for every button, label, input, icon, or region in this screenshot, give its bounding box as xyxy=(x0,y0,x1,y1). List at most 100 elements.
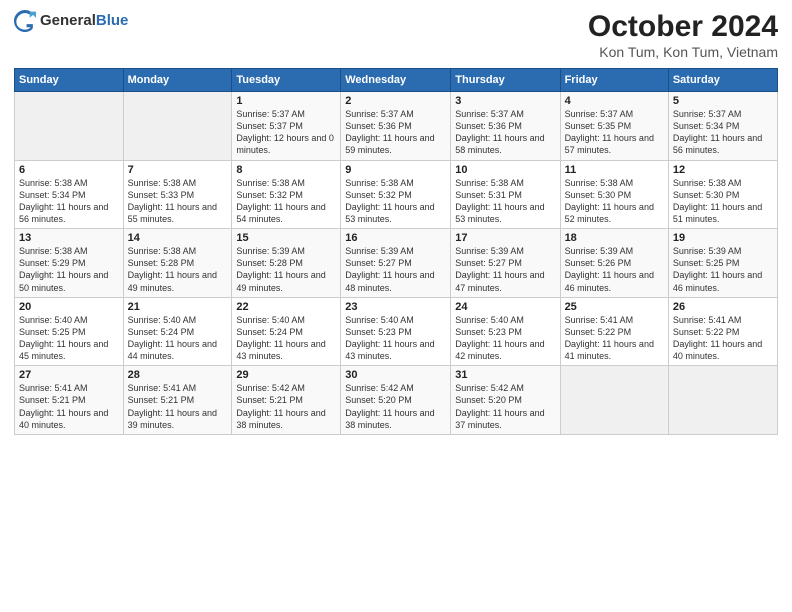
calendar-cell xyxy=(123,92,232,161)
calendar-cell: 14Sunrise: 5:38 AMSunset: 5:28 PMDayligh… xyxy=(123,229,232,298)
logo-blue: Blue xyxy=(96,12,129,29)
cell-day-number: 5 xyxy=(673,95,773,107)
calendar-cell: 13Sunrise: 5:38 AMSunset: 5:29 PMDayligh… xyxy=(15,229,124,298)
calendar-cell: 27Sunrise: 5:41 AMSunset: 5:21 PMDayligh… xyxy=(15,366,124,435)
cell-day-number: 15 xyxy=(236,232,336,244)
cell-day-number: 10 xyxy=(455,164,555,176)
calendar-cell: 4Sunrise: 5:37 AMSunset: 5:35 PMDaylight… xyxy=(560,92,668,161)
page-title: October 2024 xyxy=(588,10,778,44)
calendar-cell: 30Sunrise: 5:42 AMSunset: 5:20 PMDayligh… xyxy=(341,366,451,435)
calendar-cell: 8Sunrise: 5:38 AMSunset: 5:32 PMDaylight… xyxy=(232,160,341,229)
calendar-header-cell: Friday xyxy=(560,69,668,92)
cell-day-number: 21 xyxy=(128,301,228,313)
cell-info: Sunrise: 5:38 AMSunset: 5:28 PMDaylight:… xyxy=(128,245,228,294)
cell-day-number: 4 xyxy=(565,95,664,107)
calendar-cell: 24Sunrise: 5:40 AMSunset: 5:23 PMDayligh… xyxy=(451,297,560,366)
cell-day-number: 27 xyxy=(19,369,119,381)
logo-general: General xyxy=(40,12,96,29)
calendar-cell xyxy=(668,366,777,435)
cell-day-number: 14 xyxy=(128,232,228,244)
calendar-cell: 1Sunrise: 5:37 AMSunset: 5:37 PMDaylight… xyxy=(232,92,341,161)
calendar-cell: 20Sunrise: 5:40 AMSunset: 5:25 PMDayligh… xyxy=(15,297,124,366)
cell-info: Sunrise: 5:37 AMSunset: 5:34 PMDaylight:… xyxy=(673,108,773,157)
logo-text: GeneralBlue xyxy=(40,12,128,30)
calendar-cell: 7Sunrise: 5:38 AMSunset: 5:33 PMDaylight… xyxy=(123,160,232,229)
calendar-cell: 6Sunrise: 5:38 AMSunset: 5:34 PMDaylight… xyxy=(15,160,124,229)
calendar-table: SundayMondayTuesdayWednesdayThursdayFrid… xyxy=(14,68,778,435)
cell-day-number: 30 xyxy=(345,369,446,381)
cell-day-number: 9 xyxy=(345,164,446,176)
cell-day-number: 18 xyxy=(565,232,664,244)
cell-info: Sunrise: 5:42 AMSunset: 5:20 PMDaylight:… xyxy=(345,382,446,431)
calendar-cell: 10Sunrise: 5:38 AMSunset: 5:31 PMDayligh… xyxy=(451,160,560,229)
cell-day-number: 8 xyxy=(236,164,336,176)
calendar-cell: 23Sunrise: 5:40 AMSunset: 5:23 PMDayligh… xyxy=(341,297,451,366)
cell-day-number: 24 xyxy=(455,301,555,313)
calendar-cell: 29Sunrise: 5:42 AMSunset: 5:21 PMDayligh… xyxy=(232,366,341,435)
calendar-cell xyxy=(560,366,668,435)
calendar-cell: 25Sunrise: 5:41 AMSunset: 5:22 PMDayligh… xyxy=(560,297,668,366)
cell-info: Sunrise: 5:38 AMSunset: 5:29 PMDaylight:… xyxy=(19,245,119,294)
calendar-cell: 11Sunrise: 5:38 AMSunset: 5:30 PMDayligh… xyxy=(560,160,668,229)
calendar-cell: 2Sunrise: 5:37 AMSunset: 5:36 PMDaylight… xyxy=(341,92,451,161)
cell-info: Sunrise: 5:41 AMSunset: 5:21 PMDaylight:… xyxy=(128,382,228,431)
cell-info: Sunrise: 5:39 AMSunset: 5:27 PMDaylight:… xyxy=(345,245,446,294)
calendar-cell: 15Sunrise: 5:39 AMSunset: 5:28 PMDayligh… xyxy=(232,229,341,298)
calendar-cell: 28Sunrise: 5:41 AMSunset: 5:21 PMDayligh… xyxy=(123,366,232,435)
calendar-cell: 9Sunrise: 5:38 AMSunset: 5:32 PMDaylight… xyxy=(341,160,451,229)
logo: GeneralBlue xyxy=(14,10,128,32)
cell-day-number: 13 xyxy=(19,232,119,244)
calendar-week-row: 6Sunrise: 5:38 AMSunset: 5:34 PMDaylight… xyxy=(15,160,778,229)
cell-day-number: 31 xyxy=(455,369,555,381)
cell-info: Sunrise: 5:38 AMSunset: 5:31 PMDaylight:… xyxy=(455,177,555,226)
calendar-header-cell: Monday xyxy=(123,69,232,92)
logo-icon xyxy=(14,10,36,32)
cell-info: Sunrise: 5:41 AMSunset: 5:22 PMDaylight:… xyxy=(673,314,773,363)
cell-day-number: 6 xyxy=(19,164,119,176)
calendar-cell: 12Sunrise: 5:38 AMSunset: 5:30 PMDayligh… xyxy=(668,160,777,229)
cell-day-number: 11 xyxy=(565,164,664,176)
cell-info: Sunrise: 5:38 AMSunset: 5:34 PMDaylight:… xyxy=(19,177,119,226)
cell-info: Sunrise: 5:40 AMSunset: 5:23 PMDaylight:… xyxy=(345,314,446,363)
cell-info: Sunrise: 5:38 AMSunset: 5:30 PMDaylight:… xyxy=(565,177,664,226)
cell-day-number: 28 xyxy=(128,369,228,381)
cell-info: Sunrise: 5:38 AMSunset: 5:33 PMDaylight:… xyxy=(128,177,228,226)
cell-info: Sunrise: 5:38 AMSunset: 5:32 PMDaylight:… xyxy=(345,177,446,226)
cell-info: Sunrise: 5:41 AMSunset: 5:21 PMDaylight:… xyxy=(19,382,119,431)
calendar-header-cell: Thursday xyxy=(451,69,560,92)
page: GeneralBlue October 2024 Kon Tum, Kon Tu… xyxy=(0,0,792,612)
cell-day-number: 22 xyxy=(236,301,336,313)
calendar-cell: 3Sunrise: 5:37 AMSunset: 5:36 PMDaylight… xyxy=(451,92,560,161)
calendar-cell xyxy=(15,92,124,161)
cell-info: Sunrise: 5:37 AMSunset: 5:37 PMDaylight:… xyxy=(236,108,336,157)
calendar-header-cell: Wednesday xyxy=(341,69,451,92)
calendar-cell: 17Sunrise: 5:39 AMSunset: 5:27 PMDayligh… xyxy=(451,229,560,298)
cell-info: Sunrise: 5:38 AMSunset: 5:30 PMDaylight:… xyxy=(673,177,773,226)
calendar-header-cell: Saturday xyxy=(668,69,777,92)
calendar-cell: 18Sunrise: 5:39 AMSunset: 5:26 PMDayligh… xyxy=(560,229,668,298)
cell-day-number: 7 xyxy=(128,164,228,176)
calendar-week-row: 1Sunrise: 5:37 AMSunset: 5:37 PMDaylight… xyxy=(15,92,778,161)
calendar-header-cell: Tuesday xyxy=(232,69,341,92)
cell-day-number: 19 xyxy=(673,232,773,244)
calendar-cell: 5Sunrise: 5:37 AMSunset: 5:34 PMDaylight… xyxy=(668,92,777,161)
cell-info: Sunrise: 5:42 AMSunset: 5:21 PMDaylight:… xyxy=(236,382,336,431)
cell-info: Sunrise: 5:42 AMSunset: 5:20 PMDaylight:… xyxy=(455,382,555,431)
cell-day-number: 17 xyxy=(455,232,555,244)
calendar-cell: 16Sunrise: 5:39 AMSunset: 5:27 PMDayligh… xyxy=(341,229,451,298)
calendar-header-row: SundayMondayTuesdayWednesdayThursdayFrid… xyxy=(15,69,778,92)
header: GeneralBlue October 2024 Kon Tum, Kon Tu… xyxy=(14,10,778,60)
cell-info: Sunrise: 5:37 AMSunset: 5:36 PMDaylight:… xyxy=(455,108,555,157)
cell-day-number: 16 xyxy=(345,232,446,244)
calendar-cell: 26Sunrise: 5:41 AMSunset: 5:22 PMDayligh… xyxy=(668,297,777,366)
cell-day-number: 2 xyxy=(345,95,446,107)
cell-info: Sunrise: 5:39 AMSunset: 5:27 PMDaylight:… xyxy=(455,245,555,294)
calendar-header-cell: Sunday xyxy=(15,69,124,92)
cell-day-number: 29 xyxy=(236,369,336,381)
calendar-cell: 31Sunrise: 5:42 AMSunset: 5:20 PMDayligh… xyxy=(451,366,560,435)
cell-day-number: 26 xyxy=(673,301,773,313)
cell-day-number: 23 xyxy=(345,301,446,313)
cell-info: Sunrise: 5:40 AMSunset: 5:23 PMDaylight:… xyxy=(455,314,555,363)
cell-info: Sunrise: 5:39 AMSunset: 5:25 PMDaylight:… xyxy=(673,245,773,294)
cell-info: Sunrise: 5:40 AMSunset: 5:25 PMDaylight:… xyxy=(19,314,119,363)
